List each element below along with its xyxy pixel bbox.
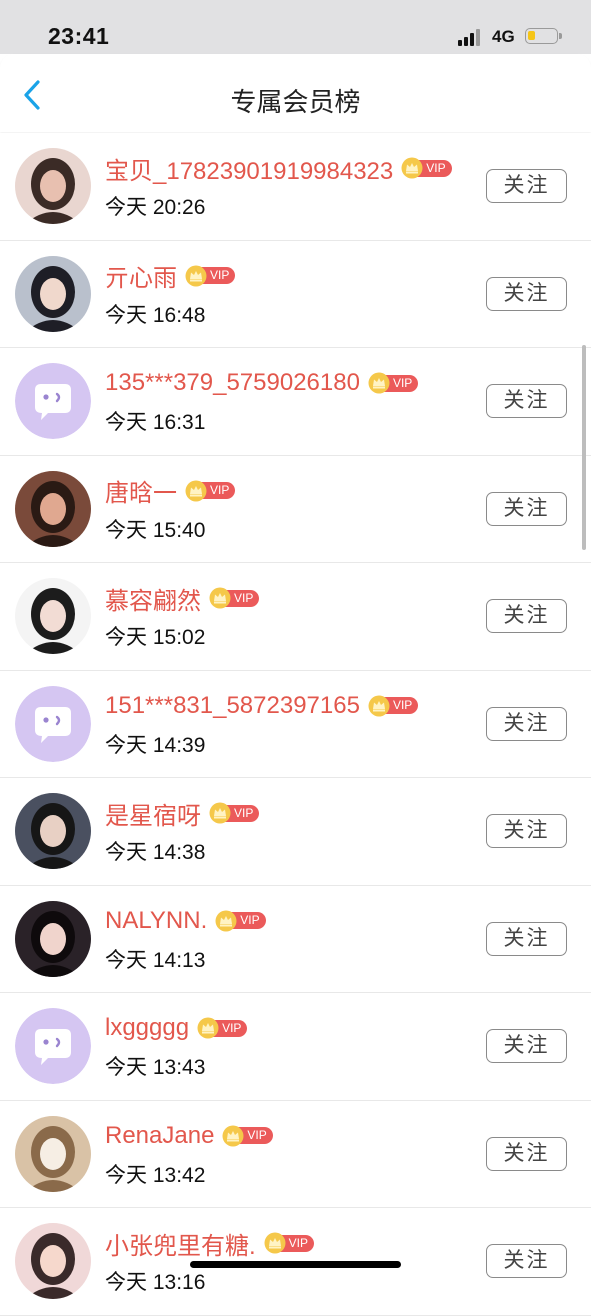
member-name[interactable]: 亓心雨 bbox=[105, 258, 177, 293]
vip-badge: VIP bbox=[215, 910, 266, 931]
name-line: NALYNN. VIP bbox=[105, 904, 266, 938]
member-name[interactable]: 151***831_5872397165 bbox=[105, 692, 360, 720]
battery-level bbox=[528, 31, 535, 40]
member-row[interactable]: NALYNN. VIP 今天 14:13 关注 bbox=[0, 885, 591, 993]
follow-button[interactable]: 关注 bbox=[486, 921, 567, 956]
follow-button[interactable]: 关注 bbox=[486, 276, 567, 311]
vip-badge: VIP bbox=[185, 480, 236, 501]
member-time: 今天 15:40 bbox=[105, 518, 206, 542]
member-list: 宝贝_17823901919984323 VIP 今天 20:26 关注 亓心雨 bbox=[0, 133, 591, 1316]
follow-button[interactable]: 关注 bbox=[486, 1244, 567, 1278]
member-name[interactable]: 唐晗一 bbox=[105, 473, 177, 508]
vip-badge: VIP bbox=[209, 587, 260, 609]
battery-icon bbox=[525, 28, 558, 44]
name-line: 是星宿呀 VIP bbox=[105, 796, 260, 831]
vip-badge: VIP bbox=[264, 1232, 315, 1254]
member-time: 今天 14:39 bbox=[105, 733, 206, 757]
scrollbar-thumb[interactable] bbox=[582, 345, 586, 550]
follow-button[interactable]: 关注 bbox=[486, 706, 567, 741]
crown-icon bbox=[209, 802, 231, 824]
member-name[interactable]: 宝贝_17823901919984323 bbox=[105, 151, 393, 186]
member-row[interactable]: 是星宿呀 VIP 今天 14:38 关注 bbox=[0, 778, 591, 886]
member-name[interactable]: RenaJane bbox=[105, 1122, 214, 1150]
crown-icon bbox=[222, 1125, 244, 1146]
member-row[interactable]: lxggggg VIP 今天 13:43 关注 bbox=[0, 993, 591, 1101]
member-time: 今天 20:26 bbox=[105, 196, 206, 219]
member-name[interactable]: 慕容翩然 bbox=[105, 581, 201, 616]
avatar[interactable] bbox=[15, 1223, 91, 1299]
vip-badge: VIP bbox=[222, 1125, 273, 1146]
crown-icon bbox=[185, 265, 207, 286]
default-avatar-icon[interactable] bbox=[15, 1008, 91, 1084]
member-time: 今天 16:31 bbox=[105, 411, 206, 434]
member-name[interactable]: 是星宿呀 bbox=[105, 796, 201, 831]
member-row[interactable]: 宝贝_17823901919984323 VIP 今天 20:26 关注 bbox=[0, 133, 591, 241]
avatar[interactable] bbox=[15, 255, 91, 332]
member-time: 今天 13:16 bbox=[105, 1271, 206, 1294]
follow-button[interactable]: 关注 bbox=[486, 169, 567, 203]
crown-icon bbox=[215, 910, 237, 931]
member-time: 今天 16:48 bbox=[105, 303, 206, 327]
nav-bar: 专属会员榜 bbox=[0, 54, 591, 132]
name-line: lxggggg VIP bbox=[105, 1011, 248, 1045]
crown-icon bbox=[368, 695, 390, 716]
status-bar: 23:41 4G bbox=[0, 0, 591, 54]
name-line: 小张兜里有糖. VIP bbox=[105, 1226, 315, 1261]
status-time: 23:41 bbox=[48, 23, 110, 49]
name-line: 151***831_5872397165 VIP bbox=[105, 689, 419, 723]
name-line: 亓心雨 VIP bbox=[105, 258, 236, 293]
follow-button[interactable]: 关注 bbox=[486, 491, 567, 526]
vip-badge: VIP bbox=[368, 372, 419, 394]
follow-button[interactable]: 关注 bbox=[486, 1029, 567, 1063]
follow-button[interactable]: 关注 bbox=[486, 1136, 567, 1171]
follow-button[interactable]: 关注 bbox=[486, 384, 567, 418]
follow-button[interactable]: 关注 bbox=[486, 814, 567, 848]
member-time: 今天 14:38 bbox=[105, 841, 206, 864]
crown-icon bbox=[264, 1232, 286, 1254]
vip-badge: VIP bbox=[368, 695, 419, 716]
vip-badge: VIP bbox=[185, 265, 236, 286]
battery-tip bbox=[559, 33, 562, 39]
crown-icon bbox=[368, 372, 390, 394]
member-row[interactable]: RenaJane VIP 今天 13:42 关注 bbox=[0, 1100, 591, 1208]
name-line: 宝贝_17823901919984323 VIP bbox=[105, 151, 452, 185]
avatar[interactable] bbox=[15, 900, 91, 977]
follow-button[interactable]: 关注 bbox=[486, 599, 567, 633]
member-name[interactable]: 小张兜里有糖. bbox=[105, 1226, 256, 1261]
name-line: 135***379_5759026180 VIP bbox=[105, 366, 419, 400]
member-row[interactable]: 135***379_5759026180 VIP 今天 16:31 关注 bbox=[0, 348, 591, 456]
member-row[interactable]: 亓心雨 VIP 今天 16:48 关注 bbox=[0, 240, 591, 348]
signal-icon bbox=[458, 28, 484, 46]
network-label: 4G bbox=[492, 27, 515, 46]
avatar[interactable] bbox=[15, 793, 91, 869]
member-time: 今天 13:42 bbox=[105, 1163, 206, 1187]
member-row[interactable]: 151***831_5872397165 VIP 今天 14:39 关注 bbox=[0, 670, 591, 778]
crown-icon bbox=[401, 157, 423, 179]
name-line: 慕容翩然 VIP bbox=[105, 581, 260, 616]
default-avatar-icon[interactable] bbox=[15, 363, 91, 439]
name-line: 唐晗一 VIP bbox=[105, 473, 236, 508]
crown-icon bbox=[197, 1017, 219, 1039]
page-title: 专属会员榜 bbox=[230, 87, 361, 117]
avatar[interactable] bbox=[15, 1115, 91, 1192]
name-line: RenaJane VIP bbox=[105, 1119, 273, 1153]
default-avatar-icon[interactable] bbox=[15, 685, 91, 762]
avatar[interactable] bbox=[15, 578, 91, 654]
member-row[interactable]: 慕容翩然 VIP 今天 15:02 关注 bbox=[0, 563, 591, 671]
vip-badge: VIP bbox=[197, 1017, 248, 1039]
avatar[interactable] bbox=[15, 470, 91, 547]
member-time: 今天 14:13 bbox=[105, 948, 206, 972]
avatar[interactable] bbox=[15, 148, 91, 224]
vip-badge: VIP bbox=[401, 157, 452, 179]
member-name[interactable]: 135***379_5759026180 bbox=[105, 369, 360, 397]
crown-icon bbox=[185, 480, 207, 501]
member-time: 今天 15:02 bbox=[105, 626, 206, 649]
vip-badge: VIP bbox=[209, 802, 260, 824]
member-row[interactable]: 唐晗一 VIP 今天 15:40 关注 bbox=[0, 455, 591, 563]
crown-icon bbox=[209, 587, 231, 609]
home-indicator[interactable] bbox=[190, 1261, 401, 1268]
member-name[interactable]: lxggggg bbox=[105, 1014, 189, 1042]
member-name[interactable]: NALYNN. bbox=[105, 907, 207, 935]
member-time: 今天 13:43 bbox=[105, 1056, 206, 1079]
